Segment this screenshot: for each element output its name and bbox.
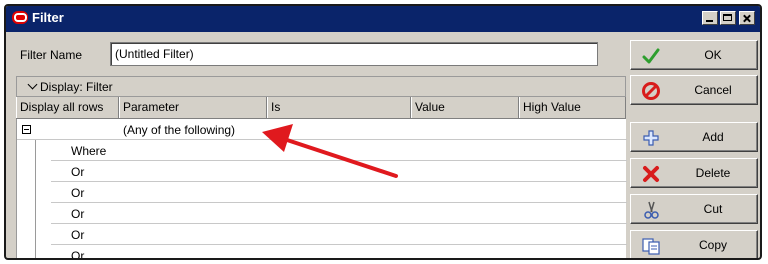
condition-row[interactable]: Where bbox=[51, 140, 627, 161]
column-header-high-value[interactable]: High Value bbox=[519, 97, 626, 118]
copy-icon bbox=[642, 238, 660, 255]
add-label: Add bbox=[702, 130, 724, 144]
cancel-button[interactable]: Cancel bbox=[630, 75, 758, 105]
group-row[interactable]: (Any of the following) bbox=[17, 119, 627, 140]
panel-title: Display: Filter bbox=[40, 79, 113, 94]
cut-label: Cut bbox=[703, 202, 723, 216]
checkmark-icon bbox=[642, 48, 660, 64]
ok-label: OK bbox=[704, 48, 722, 62]
condition-row[interactable]: Or bbox=[51, 224, 627, 245]
x-icon bbox=[643, 166, 659, 182]
title-bar[interactable]: Filter bbox=[6, 6, 760, 32]
delete-label: Delete bbox=[695, 166, 731, 180]
no-entry-icon bbox=[642, 82, 660, 100]
maximize-button[interactable] bbox=[720, 11, 736, 25]
condition-row[interactable]: Or bbox=[51, 245, 627, 260]
condition-label: Or bbox=[71, 249, 85, 260]
copy-button[interactable]: Copy bbox=[630, 230, 758, 258]
filter-grid: (Any of the following) Where Or Or Or Or… bbox=[16, 119, 627, 260]
plus-icon bbox=[643, 130, 659, 146]
scissors-icon bbox=[644, 201, 659, 219]
condition-row[interactable]: Or bbox=[51, 203, 627, 224]
ok-button[interactable]: OK bbox=[630, 40, 758, 70]
group-label: (Any of the following) bbox=[123, 123, 236, 137]
cut-button[interactable]: Cut bbox=[630, 194, 758, 224]
minimize-button[interactable] bbox=[702, 11, 718, 25]
chevron-down-icon bbox=[27, 79, 38, 90]
add-button[interactable]: Add bbox=[630, 122, 758, 152]
grid-header: Display all rows Parameter Is Value High… bbox=[16, 97, 626, 119]
window-title: Filter bbox=[32, 10, 64, 25]
column-header-is[interactable]: Is bbox=[267, 97, 411, 118]
condition-row[interactable]: Or bbox=[51, 161, 627, 182]
collapse-icon[interactable] bbox=[22, 125, 31, 134]
delete-button[interactable]: Delete bbox=[630, 158, 758, 188]
filter-dialog: Filter Filter Name Display: Filter Displ… bbox=[4, 4, 762, 260]
tree-connector bbox=[35, 140, 36, 258]
cancel-label: Cancel bbox=[694, 83, 732, 97]
condition-label: Or bbox=[71, 165, 85, 179]
oracle-icon bbox=[12, 11, 28, 24]
filter-name-field[interactable] bbox=[110, 42, 598, 66]
condition-row[interactable]: Or bbox=[51, 182, 627, 203]
column-header-parameter[interactable]: Parameter bbox=[119, 97, 267, 118]
display-filter-panel-header[interactable]: Display: Filter bbox=[16, 76, 626, 97]
condition-label: Or bbox=[71, 228, 85, 242]
column-header-display-all-rows[interactable]: Display all rows bbox=[16, 97, 119, 118]
close-button[interactable] bbox=[739, 11, 755, 25]
column-header-value[interactable]: Value bbox=[411, 97, 519, 118]
filter-name-label: Filter Name bbox=[20, 48, 83, 62]
copy-label: Copy bbox=[698, 238, 727, 252]
condition-label: Where bbox=[71, 144, 107, 158]
condition-label: Or bbox=[71, 186, 85, 200]
condition-label: Or bbox=[71, 207, 85, 221]
